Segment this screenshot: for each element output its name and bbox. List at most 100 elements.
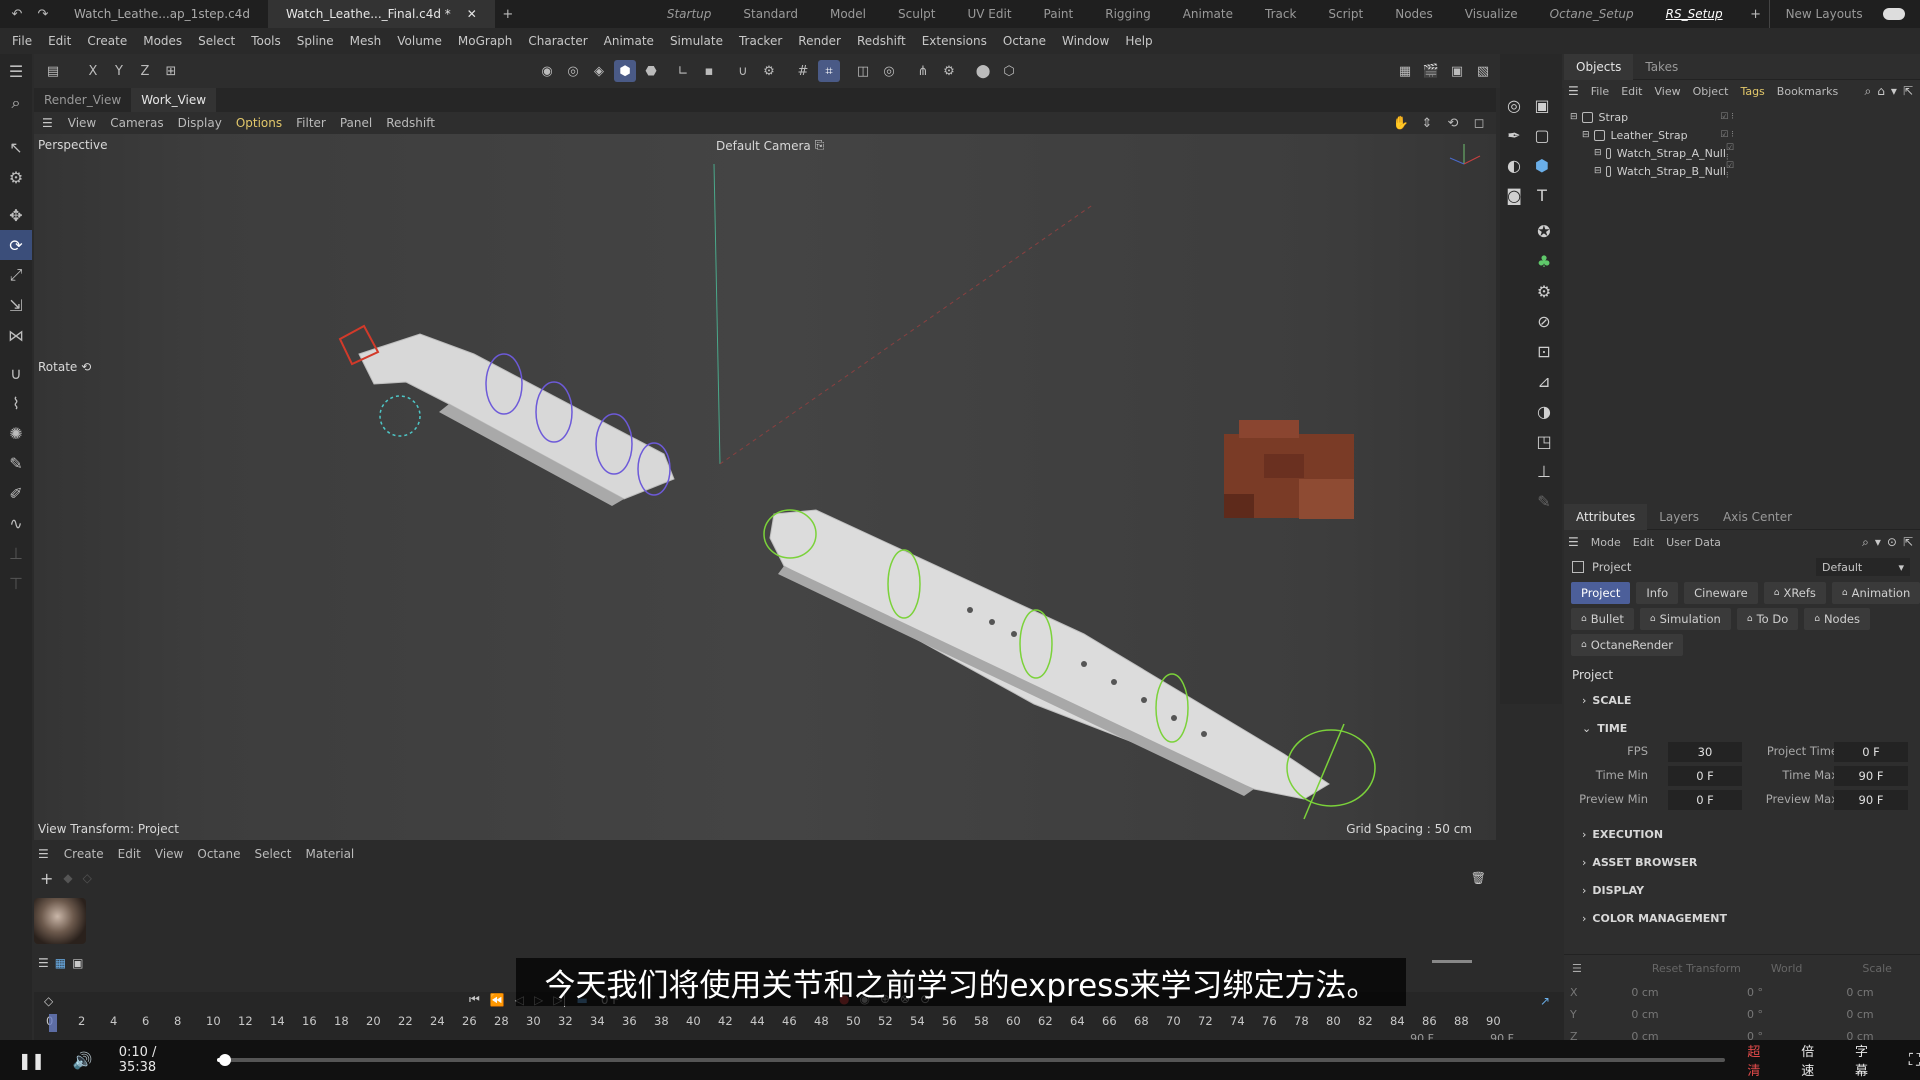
lock-icon[interactable]: ⊙: [1884, 535, 1900, 549]
coord-position-field[interactable]: 0 cm: [1590, 986, 1700, 999]
add-material-icon[interactable]: +: [40, 869, 53, 888]
maximize-viewport-icon[interactable]: ◻: [1468, 112, 1490, 134]
section-time[interactable]: ⌄ TIME: [1564, 714, 1920, 742]
menu-item-tracker[interactable]: Tracker: [731, 34, 790, 48]
camera-label[interactable]: Default Camera ⎘: [716, 138, 824, 153]
menu-item-create[interactable]: Create: [79, 34, 135, 48]
progress-knob[interactable]: [218, 1054, 231, 1066]
material-menu-select[interactable]: Select: [247, 847, 298, 861]
menu-item-simulate[interactable]: Simulate: [662, 34, 731, 48]
axis-z-button[interactable]: Z: [134, 60, 156, 82]
pen-spline-icon[interactable]: ✒: [1500, 120, 1528, 150]
layout-tab-8[interactable]: Track: [1249, 0, 1312, 28]
progress-bar[interactable]: [217, 1054, 1726, 1066]
axis-x-button[interactable]: X: [82, 60, 104, 82]
fullscreen-icon[interactable]: ⛶: [1909, 1050, 1920, 1070]
add-layout-icon[interactable]: +: [1745, 3, 1767, 25]
material-menu-view[interactable]: View: [148, 847, 190, 861]
pop-out-icon[interactable]: ⇱: [1900, 535, 1916, 549]
viewport[interactable]: Perspective Default Camera ⎘ Rotate ⟲ Vi…: [34, 134, 1496, 840]
sculpt-icon[interactable]: ✐: [0, 478, 32, 508]
edges-mode-icon[interactable]: ◎: [562, 60, 584, 82]
section-scale[interactable]: › SCALE: [1564, 686, 1920, 714]
coord-scale-field[interactable]: 0 cm: [1810, 986, 1910, 999]
globe-icon[interactable]: ◎: [1500, 90, 1528, 120]
grid-icon[interactable]: #: [792, 60, 814, 82]
layout-tab-6[interactable]: Rigging: [1089, 0, 1166, 28]
tab-objects[interactable]: Objects: [1564, 53, 1634, 80]
coord-rotation-field[interactable]: 0 °: [1700, 986, 1810, 999]
cloner-icon[interactable]: ♣: [1530, 246, 1558, 276]
section-execution[interactable]: › EXECUTION: [1564, 820, 1920, 848]
settings-icon[interactable]: ⚙: [938, 60, 960, 82]
layout-tab-9[interactable]: Script: [1312, 0, 1379, 28]
paint-icon[interactable]: ✺: [0, 418, 32, 448]
filter-icon[interactable]: ▾: [1872, 535, 1884, 549]
preview-min-field[interactable]: 0 F: [1668, 790, 1742, 810]
uv-mode-icon[interactable]: ⬣: [640, 60, 662, 82]
trash-icon[interactable]: 🗑: [1471, 871, 1486, 885]
field-icon[interactable]: ⊡: [1530, 336, 1558, 366]
deformer-icon[interactable]: ⊘: [1530, 306, 1558, 336]
undo-icon[interactable]: ↶: [6, 3, 28, 25]
chip-to-do[interactable]: ⌂ To Do: [1736, 608, 1799, 630]
target-icon[interactable]: ◎: [878, 60, 900, 82]
quality-button[interactable]: 超清: [1747, 1041, 1773, 1079]
chip-info[interactable]: Info: [1636, 582, 1679, 604]
tab-work-view[interactable]: Work_View: [131, 88, 217, 112]
object-tree-row[interactable]: ⊟ Strap ☑ ⁝: [1564, 108, 1920, 126]
menu-item-select[interactable]: Select: [190, 34, 243, 48]
layout-tab-0[interactable]: Startup: [651, 0, 728, 28]
layout-tab-1[interactable]: Standard: [727, 0, 814, 28]
axis-mode-icon[interactable]: ∟: [672, 60, 694, 82]
tab-axis-center[interactable]: Axis Center: [1711, 504, 1804, 530]
chip-xrefs[interactable]: ⌂ XRefs: [1763, 582, 1826, 604]
object-mode-icon[interactable]: ⬢: [614, 60, 636, 82]
chip-octanerender[interactable]: ⌂ OctaneRender: [1571, 634, 1683, 656]
redo-icon[interactable]: ↷: [32, 3, 54, 25]
expand-icon[interactable]: ⊟: [1570, 112, 1578, 122]
environment-icon[interactable]: ◑: [1530, 396, 1558, 426]
section-color-management[interactable]: › COLOR MANAGEMENT: [1564, 904, 1920, 932]
doc-tab-2[interactable]: Watch_Leathe..._Final.c4d * ✕: [267, 0, 495, 28]
effector-icon[interactable]: ✪: [1530, 216, 1558, 246]
menu-item-redshift[interactable]: Redshift: [849, 34, 914, 48]
symmetry-icon[interactable]: ⋔: [912, 60, 934, 82]
menu-item-file[interactable]: File: [4, 34, 40, 48]
render-settings-icon[interactable]: ▧: [1472, 60, 1494, 82]
toggle-icon[interactable]: [1882, 8, 1905, 20]
pin-icon[interactable]: ⊥: [0, 538, 32, 568]
brush-icon[interactable]: ✎: [0, 448, 32, 478]
viewport-menu-view[interactable]: View: [61, 116, 103, 130]
viewport-menu-display[interactable]: Display: [171, 116, 229, 130]
zoom-slider[interactable]: [1432, 960, 1472, 963]
menu-item-extensions[interactable]: Extensions: [914, 34, 995, 48]
menu-item-tools[interactable]: Tools: [243, 34, 289, 48]
menu-item-character[interactable]: Character: [520, 34, 595, 48]
layout-tab-7[interactable]: Animate: [1167, 0, 1249, 28]
sphere-icon[interactable]: ◐: [1500, 150, 1528, 180]
home-icon[interactable]: ⌂: [1874, 84, 1888, 98]
material-tool-2-icon[interactable]: ◇: [83, 871, 92, 885]
orbit-icon[interactable]: ⟲: [1442, 112, 1464, 134]
material-menu-octane[interactable]: Octane: [190, 847, 247, 861]
gear-icon[interactable]: ⚙: [1530, 276, 1558, 306]
redshift-icon[interactable]: ⬡: [998, 60, 1020, 82]
floor-icon[interactable]: ⊥: [1530, 456, 1558, 486]
viewport-menu-cameras[interactable]: Cameras: [103, 116, 170, 130]
viewport-menu-panel[interactable]: Panel: [333, 116, 379, 130]
dolly-icon[interactable]: ⇕: [1416, 112, 1438, 134]
layout-tab-11[interactable]: Visualize: [1449, 0, 1534, 28]
objects-menu-bookmarks[interactable]: Bookmarks: [1771, 85, 1844, 98]
expand-icon[interactable]: ⊟: [1582, 130, 1590, 140]
chip-project[interactable]: Project: [1571, 582, 1631, 604]
object-tree-row[interactable]: ⊟ Watch_Strap_A_Null ☑ ⁝: [1564, 143, 1920, 163]
search-icon[interactable]: ⌕: [1862, 84, 1875, 99]
tab-takes[interactable]: Takes: [1633, 54, 1690, 80]
layout-tab-3[interactable]: Sculpt: [882, 0, 951, 28]
visibility-icon[interactable]: ☑ ⁝: [1726, 161, 1734, 181]
move-icon[interactable]: ✥: [0, 200, 32, 230]
snap-icon[interactable]: ⋈: [0, 320, 32, 350]
hamburger-icon[interactable]: ☰: [1568, 84, 1585, 98]
pause-icon[interactable]: ❚❚: [18, 1051, 45, 1070]
